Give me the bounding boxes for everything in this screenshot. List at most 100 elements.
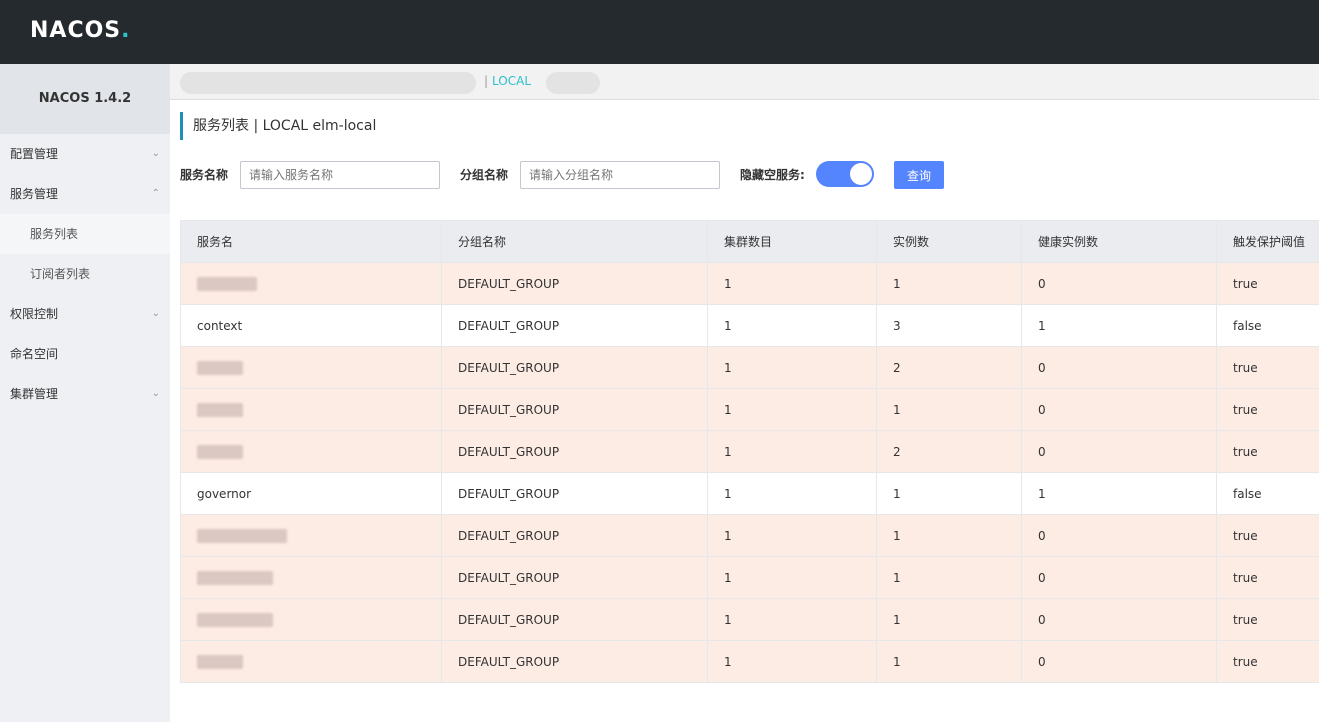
table-row[interactable]: governor DEFAULT_GROUP 1 1 1 false	[180, 472, 1319, 515]
cell-cluster-count: 1	[707, 346, 877, 389]
cell-instance-count: 1	[876, 598, 1022, 641]
cell-healthy-count: 0	[1021, 430, 1217, 473]
table-row[interactable]: DEFAULT_GROUP 1 2 0 true	[180, 430, 1319, 473]
table-row[interactable]: DEFAULT_GROUP 1 1 0 true	[180, 388, 1319, 431]
group-name-input[interactable]	[520, 161, 720, 189]
cell-protect-threshold: true	[1216, 598, 1319, 641]
sidebar-item-service-list[interactable]: 服务列表	[0, 214, 170, 254]
cell-group-name: DEFAULT_GROUP	[441, 388, 708, 431]
logo-dot: .	[121, 18, 131, 43]
cell-cluster-count: 1	[707, 556, 877, 599]
cell-cluster-count: 1	[707, 598, 877, 641]
table-row[interactable]: DEFAULT_GROUP 1 1 0 true	[180, 556, 1319, 599]
redacted-service-name	[197, 528, 287, 543]
table-header-row: 服务名 分组名称 集群数目 实例数 健康实例数 触发保护阈值	[180, 220, 1319, 263]
sidebar-item-config[interactable]: 配置管理 ⌄	[0, 134, 170, 174]
service-name-input[interactable]	[240, 161, 440, 189]
cell-healthy-count: 0	[1021, 262, 1217, 305]
cell-service-name	[180, 346, 442, 389]
redacted-service-name	[197, 402, 243, 417]
cell-service-name	[180, 388, 442, 431]
sidebar-item-label: 集群管理	[10, 387, 59, 401]
cell-group-name: DEFAULT_GROUP	[441, 262, 708, 305]
col-header-healthy-count: 健康实例数	[1021, 220, 1217, 263]
service-name-label: 服务名称	[180, 168, 229, 182]
cell-service-name	[180, 430, 442, 473]
cell-service-name	[180, 556, 442, 599]
cell-protect-threshold: false	[1216, 472, 1319, 515]
table-row[interactable]: DEFAULT_GROUP 1 1 0 true	[180, 262, 1319, 305]
col-header-group-name: 分组名称	[441, 220, 708, 263]
cell-healthy-count: 0	[1021, 640, 1217, 683]
nacos-logo[interactable]: NACOS.	[30, 18, 131, 43]
cell-protect-threshold: true	[1216, 514, 1319, 557]
cell-cluster-count: 1	[707, 514, 877, 557]
table-row[interactable]: DEFAULT_GROUP 1 1 0 true	[180, 514, 1319, 557]
redacted-service-name	[197, 360, 243, 375]
breadcrumb-separator: |	[484, 74, 489, 88]
sidebar: NACOS 1.4.2 配置管理 ⌄ 服务管理 ⌃ 服务列表 订阅者列表 权限控…	[0, 64, 170, 722]
sidebar-item-namespace[interactable]: 命名空间	[0, 334, 170, 374]
cell-protect-threshold: true	[1216, 556, 1319, 599]
cell-service-name	[180, 514, 442, 557]
col-header-service-name: 服务名	[180, 220, 442, 263]
redacted-service-name	[197, 570, 273, 585]
cell-service-name: governor	[180, 472, 442, 515]
cell-group-name: DEFAULT_GROUP	[441, 304, 708, 347]
cell-healthy-count: 0	[1021, 598, 1217, 641]
sidebar-item-auth[interactable]: 权限控制 ⌄	[0, 294, 170, 334]
cell-protect-threshold: false	[1216, 304, 1319, 347]
redacted-service-name	[197, 654, 243, 669]
cell-healthy-count: 1	[1021, 304, 1217, 347]
cell-service-name	[180, 640, 442, 683]
logo-text: NACOS	[30, 18, 122, 43]
table-row[interactable]: DEFAULT_GROUP 1 1 0 true	[180, 598, 1319, 641]
chevron-up-icon: ⌃	[151, 188, 160, 199]
cell-cluster-count: 1	[707, 430, 877, 473]
col-header-instance-count: 实例数	[876, 220, 1022, 263]
cell-instance-count: 1	[876, 514, 1022, 557]
namespace-name: LOCAL	[492, 74, 532, 88]
query-button[interactable]: 查询	[894, 161, 944, 189]
cell-protect-threshold: true	[1216, 388, 1319, 431]
cell-instance-count: 2	[876, 346, 1022, 389]
sidebar-item-label: 权限控制	[10, 307, 59, 321]
chevron-down-icon: ⌄	[151, 148, 160, 159]
redacted-namespace[interactable]	[180, 72, 476, 94]
table-row[interactable]: DEFAULT_GROUP 1 2 0 true	[180, 346, 1319, 389]
cell-group-name: DEFAULT_GROUP	[441, 640, 708, 683]
cell-cluster-count: 1	[707, 472, 877, 515]
chevron-down-icon: ⌄	[151, 308, 160, 319]
cell-cluster-count: 1	[707, 640, 877, 683]
cell-service-name: context	[180, 304, 442, 347]
sidebar-item-label: 服务列表	[30, 227, 79, 241]
cell-service-name	[180, 598, 442, 641]
cell-service-name	[180, 262, 442, 305]
table-row[interactable]: context DEFAULT_GROUP 1 3 1 false	[180, 304, 1319, 347]
cell-instance-count: 1	[876, 472, 1022, 515]
redacted-namespace[interactable]	[546, 72, 600, 94]
col-header-protect-threshold: 触发保护阈值	[1216, 220, 1319, 263]
sidebar-item-label: 配置管理	[10, 147, 59, 161]
sidebar-item-service[interactable]: 服务管理 ⌃	[0, 174, 170, 214]
cell-healthy-count: 0	[1021, 556, 1217, 599]
namespace-bar: | LOCAL	[170, 64, 1319, 100]
cell-cluster-count: 1	[707, 262, 877, 305]
cell-group-name: DEFAULT_GROUP	[441, 346, 708, 389]
cell-instance-count: 1	[876, 640, 1022, 683]
cell-healthy-count: 0	[1021, 346, 1217, 389]
table-row[interactable]: DEFAULT_GROUP 1 1 0 true	[180, 640, 1319, 683]
cell-healthy-count: 0	[1021, 388, 1217, 431]
cell-protect-threshold: true	[1216, 430, 1319, 473]
cell-group-name: DEFAULT_GROUP	[441, 514, 708, 557]
cell-protect-threshold: true	[1216, 640, 1319, 683]
namespace-local[interactable]: | LOCAL	[484, 74, 531, 88]
cell-instance-count: 1	[876, 262, 1022, 305]
cell-group-name: DEFAULT_GROUP	[441, 430, 708, 473]
sidebar-item-subscribers[interactable]: 订阅者列表	[0, 254, 170, 294]
page-title: 服务列表 | LOCAL elm-local	[180, 112, 376, 140]
redacted-service-name	[197, 444, 243, 459]
cell-group-name: DEFAULT_GROUP	[441, 556, 708, 599]
hide-empty-toggle[interactable]	[816, 161, 874, 187]
sidebar-item-cluster[interactable]: 集群管理 ⌄	[0, 374, 170, 414]
